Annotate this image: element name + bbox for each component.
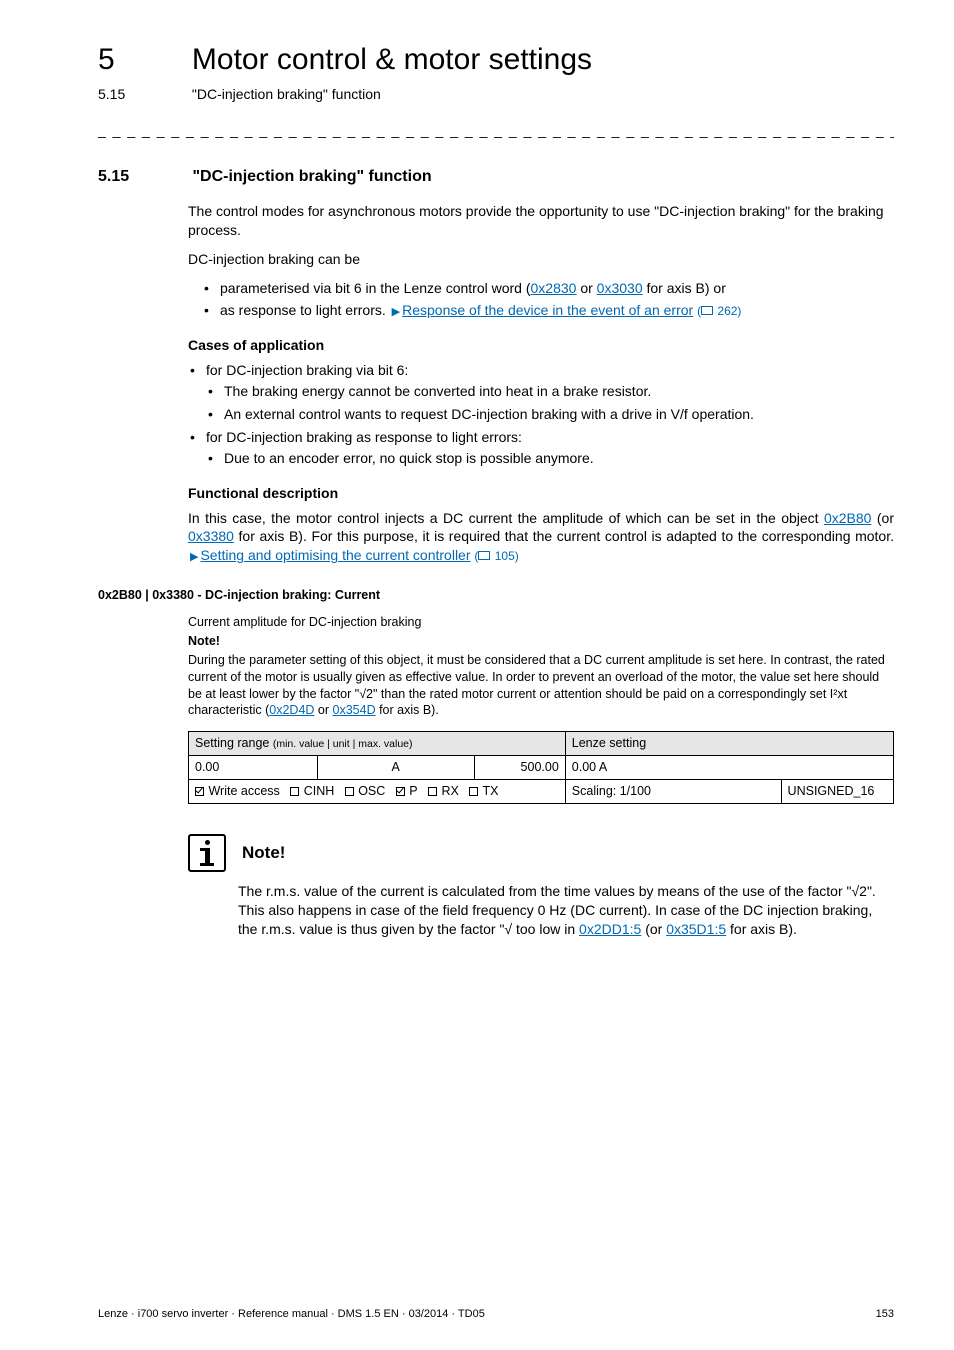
case-bit6-b: An external control wants to request DC-…	[206, 405, 894, 424]
checkbox-osc	[345, 787, 354, 796]
running-head: 5 Motor control & motor settings	[98, 40, 894, 81]
running-subhead: 5.15 "DC-injection braking" function	[98, 85, 894, 104]
case-light-errors-a: Due to an encoder error, no quick stop i…	[206, 449, 894, 468]
link-0x3380[interactable]: 0x3380	[188, 528, 234, 544]
book-icon	[478, 551, 490, 560]
case-light-errors: for DC-injection braking as response to …	[188, 428, 894, 468]
link-0x35D1-5[interactable]: 0x35D1:5	[666, 921, 726, 937]
bullet-response-errors: as response to light errors. ▶Response o…	[202, 301, 894, 320]
functional-heading: Functional description	[188, 484, 894, 503]
page-ref-262: ( 262)	[697, 304, 741, 318]
note-box: Note! The r.m.s. value of the current is…	[188, 834, 894, 939]
cell-max: 500.00	[474, 756, 565, 780]
link-response-error[interactable]: Response of the device in the event of a…	[402, 302, 693, 318]
parameter-heading: 0x2B80 | 0x3380 - DC-injection braking: …	[98, 587, 894, 604]
table-row-attrs: Write access CINH OSC P RX TX Scaling: 1…	[189, 780, 894, 804]
th-setting-range: Setting range (min. value | unit | max. …	[189, 732, 566, 756]
bullet-parameterised: parameterised via bit 6 in the Lenze con…	[202, 279, 894, 298]
cases-heading: Cases of application	[188, 336, 894, 355]
cell-default: 0.00 A	[565, 756, 893, 780]
note-title: Note!	[242, 842, 285, 865]
link-0x2D4D[interactable]: 0x2D4D	[269, 703, 314, 717]
link-0x2830[interactable]: 0x2830	[531, 280, 577, 296]
cell-unit: A	[317, 756, 474, 780]
sub-title: "DC-injection braking" function	[192, 86, 381, 102]
checkbox-p	[396, 787, 405, 796]
cell-scaling: Scaling: 1/100	[565, 780, 781, 804]
intro-paragraph: The control modes for asynchronous motor…	[188, 202, 894, 240]
link-0x354D[interactable]: 0x354D	[333, 703, 376, 717]
chapter-number: 5	[98, 40, 188, 81]
checkbox-write	[195, 787, 204, 796]
section-number: 5.15	[98, 166, 188, 188]
link-0x2DD1-5[interactable]: 0x2DD1:5	[579, 921, 641, 937]
case-bit6-a: The braking energy cannot be converted i…	[206, 382, 894, 401]
checkbox-rx	[428, 787, 437, 796]
cell-access-flags: Write access CINH OSC P RX TX	[189, 780, 566, 804]
section-heading: 5.15 "DC-injection braking" function	[98, 166, 894, 188]
cell-datatype: UNSIGNED_16	[781, 780, 893, 804]
link-0x2B80[interactable]: 0x2B80	[824, 510, 871, 526]
line-dc-can-be: DC-injection braking can be	[188, 250, 894, 269]
page-ref-105: ( 105)	[474, 549, 518, 563]
cell-min: 0.00	[189, 756, 318, 780]
divider-dashes: _ _ _ _ _ _ _ _ _ _ _ _ _ _ _ _ _ _ _ _ …	[98, 121, 894, 140]
triangle-icon: ▶	[190, 550, 198, 565]
th-lenze-setting: Lenze setting	[565, 732, 893, 756]
section-title: "DC-injection braking" function	[192, 168, 431, 185]
sub-number: 5.15	[98, 85, 188, 104]
book-icon	[701, 306, 713, 315]
checkbox-tx	[469, 787, 478, 796]
table-row: 0.00 A 500.00 0.00 A	[189, 756, 894, 780]
link-current-controller[interactable]: Setting and optimising the current contr…	[200, 547, 470, 563]
footer-left: Lenze · i700 servo inverter · Reference …	[98, 1307, 485, 1322]
triangle-icon: ▶	[392, 305, 400, 320]
parameter-note-text: During the parameter setting of this obj…	[188, 652, 894, 720]
checkbox-cinh	[290, 787, 299, 796]
page-footer: Lenze · i700 servo inverter · Reference …	[98, 1307, 894, 1322]
case-bit6: for DC-injection braking via bit 6: The …	[188, 361, 894, 424]
info-icon	[188, 834, 226, 872]
parameter-table: Setting range (min. value | unit | max. …	[188, 731, 894, 804]
parameter-description: Current amplitude for DC-injection braki…	[188, 614, 894, 719]
footer-page-number: 153	[876, 1307, 894, 1322]
note-body: The r.m.s. value of the current is calcu…	[238, 882, 894, 939]
link-0x3030[interactable]: 0x3030	[597, 280, 643, 296]
chapter-title: Motor control & motor settings	[192, 40, 592, 81]
functional-paragraph: In this case, the motor control injects …	[188, 509, 894, 566]
